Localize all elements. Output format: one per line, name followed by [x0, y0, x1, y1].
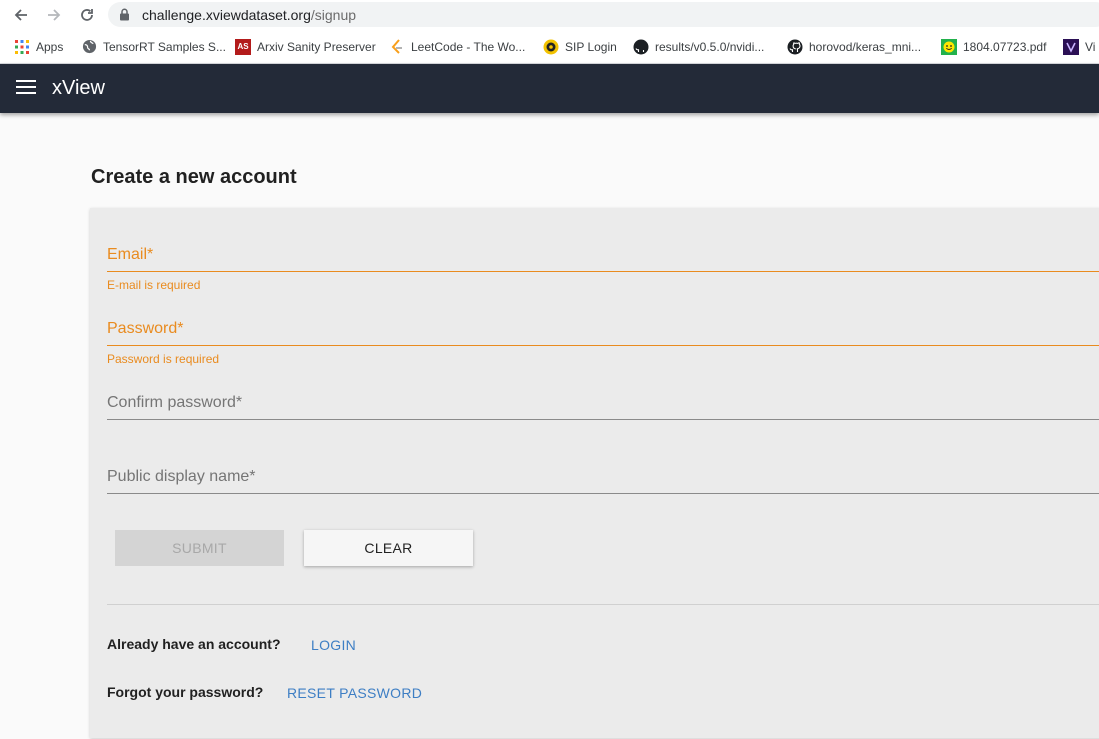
confirm-password-label: Confirm password*: [107, 394, 243, 411]
login-link[interactable]: LOGIN: [311, 637, 356, 653]
confirm-password-underline: [107, 419, 1099, 420]
have-account-text: Already have an account?: [107, 636, 281, 652]
display-name-underline: [107, 493, 1099, 494]
url-path: /signup: [310, 7, 357, 23]
arrow-left-icon: [14, 9, 27, 21]
bookmark-label: Vi: [1085, 39, 1096, 54]
email-field[interactable]: Email* E-mail is required: [107, 246, 1099, 292]
back-button[interactable]: [9, 3, 33, 27]
bookmark-label: Apps: [36, 39, 64, 54]
password-underline: [107, 345, 1099, 346]
bookmark-label: Arxiv Sanity Preserver: [257, 39, 376, 54]
forgot-password-text: Forgot your password?: [107, 684, 264, 700]
browser-toolbar: challenge.xviewdataset.org/signup: [0, 0, 1099, 29]
page-title: Create a new account: [91, 166, 297, 188]
bookmark-results[interactable]: results/v0.5.0/nvidi...: [633, 29, 765, 63]
bookmark-sip-login[interactable]: SIP Login: [543, 29, 617, 63]
bookmark-vi[interactable]: Vi: [1063, 29, 1096, 63]
address-bar[interactable]: challenge.xviewdataset.org/signup: [108, 2, 1099, 27]
divider: [107, 604, 1099, 605]
password-error: Password is required: [107, 352, 220, 366]
arxiv-sanity-icon: AS: [235, 38, 251, 55]
app-title: xView: [52, 77, 105, 99]
bookmark-label: SIP Login: [565, 39, 617, 54]
bookmarks-bar: Apps TensorRT Samples S... AS Arxiv Sani…: [0, 29, 1099, 64]
bookmark-apps[interactable]: Apps: [14, 29, 64, 63]
vi-icon: [1063, 38, 1079, 55]
bookmark-horovod[interactable]: horovod/keras_mni...: [787, 29, 922, 63]
password-field[interactable]: Password* Password is required: [107, 320, 1099, 366]
bookmark-tensorrt[interactable]: TensorRT Samples S...: [81, 29, 226, 63]
bookmark-label: 1804.07723.pdf: [963, 39, 1047, 54]
arrow-right-icon: [48, 9, 61, 21]
github-icon: [787, 39, 803, 55]
leetcode-icon: [389, 38, 405, 55]
password-label: Password*: [107, 320, 184, 337]
display-name-label: Public display name*: [107, 468, 256, 485]
forward-button[interactable]: [42, 3, 66, 27]
clear-button[interactable]: CLEAR: [304, 530, 473, 566]
signup-form-card: Email* E-mail is required Password* Pass…: [90, 208, 1099, 738]
bookmark-label: TensorRT Samples S...: [103, 39, 226, 54]
reset-password-link[interactable]: RESET PASSWORD: [287, 685, 422, 701]
bookmark-pdf[interactable]: 1804.07723.pdf: [941, 29, 1047, 63]
submit-button[interactable]: SUBMIT: [115, 530, 284, 566]
globe-icon: [81, 39, 97, 55]
email-error: E-mail is required: [107, 278, 201, 292]
reload-button[interactable]: [75, 3, 99, 27]
bookmark-arxiv-sanity[interactable]: AS Arxiv Sanity Preserver: [235, 29, 376, 63]
email-underline: [107, 271, 1099, 272]
smiley-icon: [941, 38, 957, 55]
confirm-password-field[interactable]: Confirm password*: [107, 394, 1099, 420]
url-host: challenge.xviewdataset.org: [142, 7, 311, 23]
hamburger-menu-icon[interactable]: [16, 80, 36, 96]
bookmark-label: horovod/keras_mni...: [809, 39, 922, 54]
reload-icon: [81, 9, 93, 21]
app-header: xView: [0, 64, 1099, 113]
arxiv-sanity-icon-text: AS: [237, 42, 249, 51]
display-name-field[interactable]: Public display name*: [107, 468, 1099, 494]
sip-icon: [543, 39, 559, 55]
email-label: Email*: [107, 246, 154, 263]
apps-grid-icon: [14, 39, 30, 55]
github-icon: [633, 39, 649, 55]
bookmark-label: results/v0.5.0/nvidi...: [655, 39, 765, 54]
url-text: challenge.xviewdataset.org/signup: [142, 7, 356, 23]
lock-icon: [120, 8, 129, 21]
bookmark-label: LeetCode - The Wo...: [411, 39, 526, 54]
bookmark-leetcode[interactable]: LeetCode - The Wo...: [389, 29, 526, 63]
